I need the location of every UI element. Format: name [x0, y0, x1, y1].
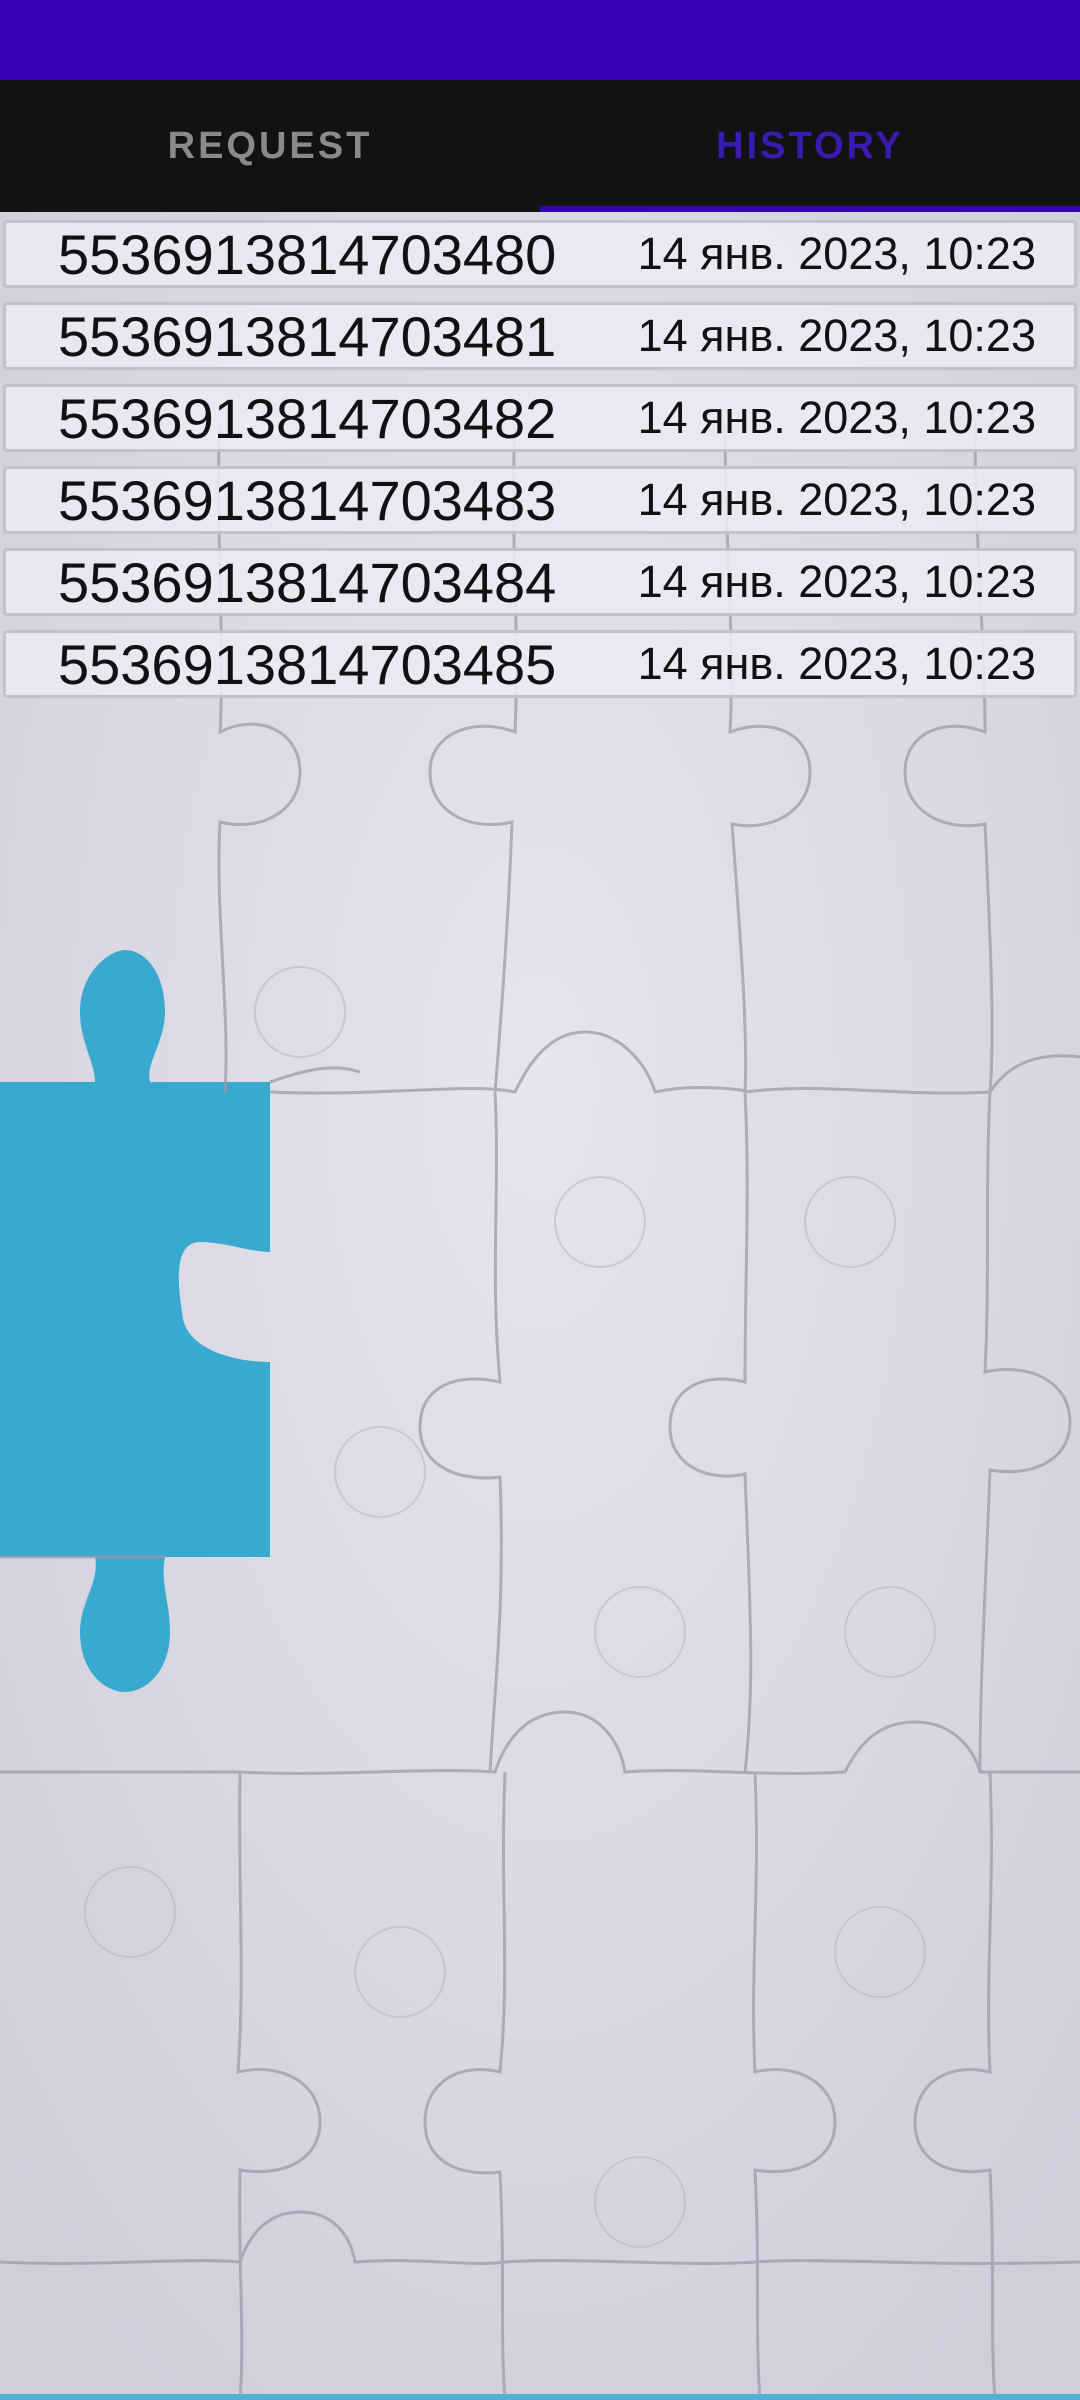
card-number: 5536913814703482: [58, 386, 557, 450]
tab-history[interactable]: HISTORY: [540, 80, 1080, 212]
tab-request[interactable]: REQUEST: [0, 80, 540, 212]
history-list: 5536913814703480 14 янв. 2023, 10:23 553…: [0, 220, 1080, 712]
request-date: 14 янв. 2023, 10:23: [637, 310, 1036, 361]
request-date: 14 янв. 2023, 10:23: [637, 556, 1036, 607]
card-number: 5536913814703480: [58, 222, 557, 286]
tab-bar: REQUEST HISTORY: [0, 80, 1080, 212]
status-bar: [0, 0, 1080, 80]
history-row[interactable]: 5536913814703480 14 янв. 2023, 10:23: [3, 220, 1077, 288]
card-number: 5536913814703484: [58, 550, 557, 614]
request-date: 14 янв. 2023, 10:23: [637, 392, 1036, 443]
request-date: 14 янв. 2023, 10:23: [637, 228, 1036, 279]
history-row[interactable]: 5536913814703485 14 янв. 2023, 10:23: [3, 630, 1077, 698]
card-number: 5536913814703481: [58, 304, 557, 368]
history-row[interactable]: 5536913814703483 14 янв. 2023, 10:23: [3, 466, 1077, 534]
request-date: 14 янв. 2023, 10:23: [637, 638, 1036, 689]
bottom-edge: [0, 2394, 1080, 2400]
history-row[interactable]: 5536913814703482 14 янв. 2023, 10:23: [3, 384, 1077, 452]
card-number: 5536913814703485: [58, 632, 557, 696]
card-number: 5536913814703483: [58, 468, 557, 532]
tab-request-label: REQUEST: [167, 124, 373, 167]
history-row[interactable]: 5536913814703481 14 янв. 2023, 10:23: [3, 302, 1077, 370]
tab-history-label: HISTORY: [716, 124, 904, 167]
history-row[interactable]: 5536913814703484 14 янв. 2023, 10:23: [3, 548, 1077, 616]
request-date: 14 янв. 2023, 10:23: [637, 474, 1036, 525]
